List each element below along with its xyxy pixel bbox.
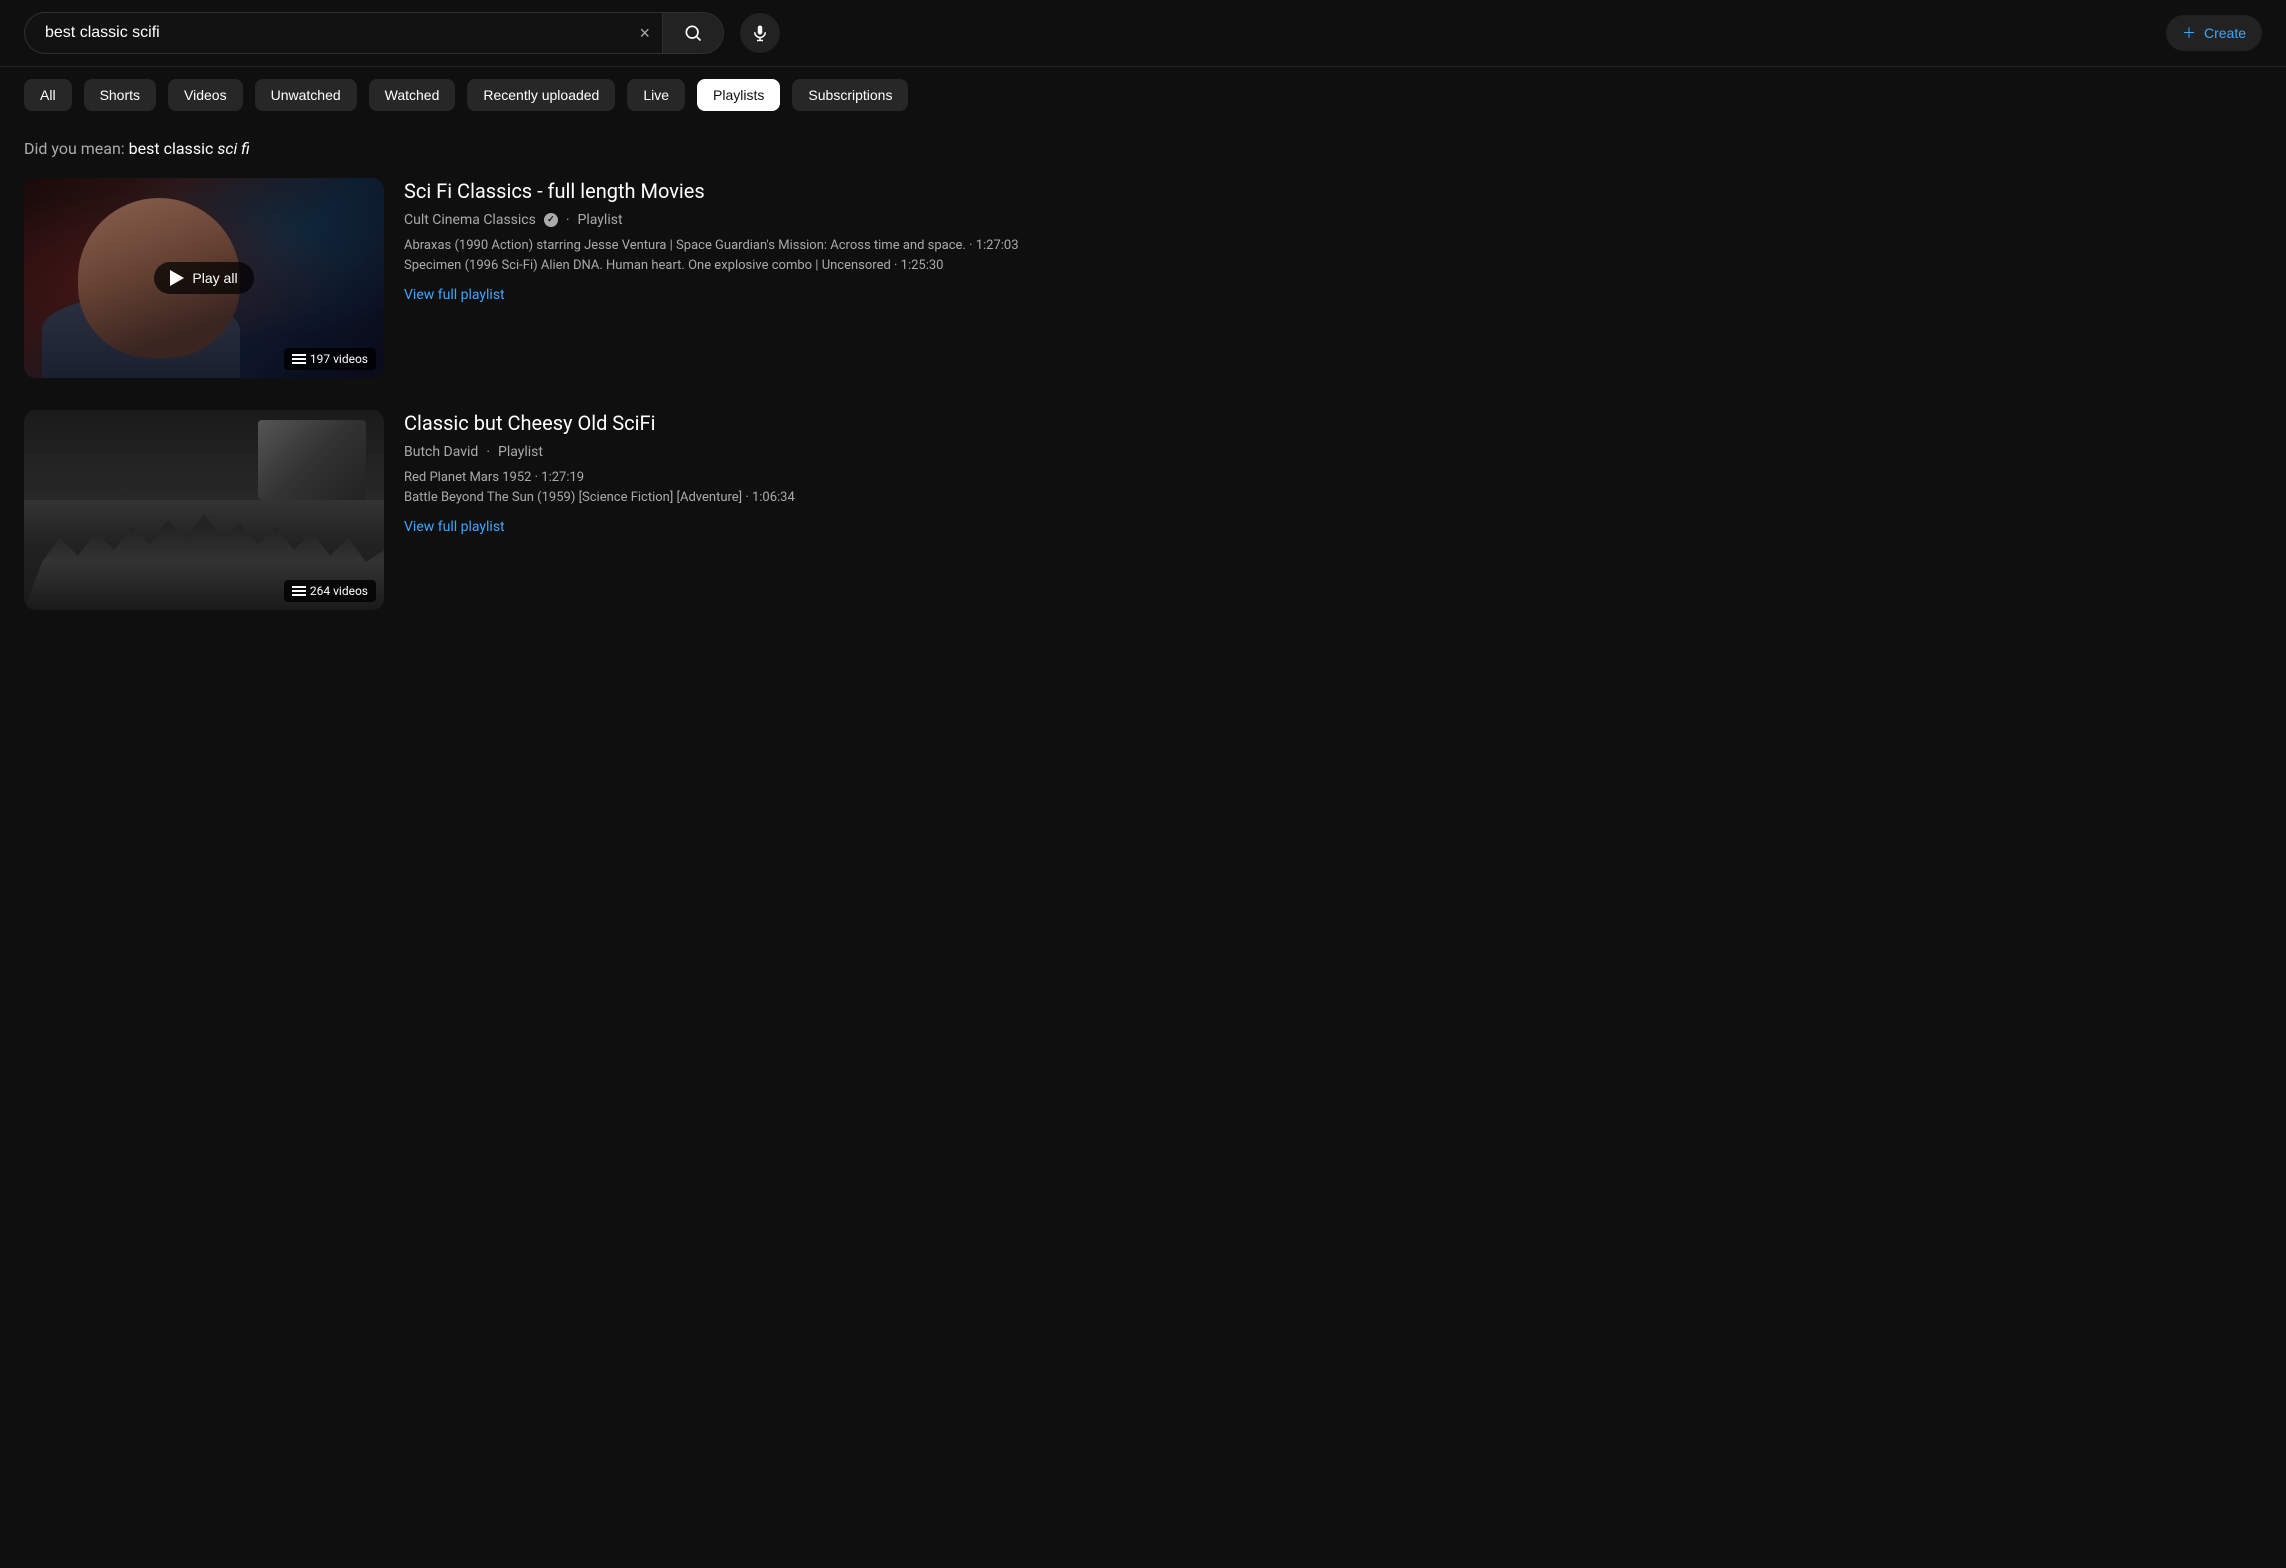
filter-bar: All Shorts Videos Unwatched Watched Rece…	[0, 67, 2286, 123]
did-you-mean-prefix: Did you mean:	[24, 139, 129, 158]
play-all-label-1: Play all	[192, 270, 237, 286]
main-content: Did you mean: best classic sci fi Play a…	[0, 123, 1300, 658]
clear-icon: ×	[639, 23, 650, 44]
desc-line2-1: Specimen (1996 Sci-Fi) Alien DNA. Human …	[404, 256, 1276, 276]
result-title-2[interactable]: Classic but Cheesy Old SciFi	[404, 410, 1276, 436]
desc-line1-2: Red Planet Mars 1952 · 1:27:19	[404, 468, 1276, 488]
verified-icon-1: ✓	[544, 213, 558, 227]
filter-chip-playlists[interactable]: Playlists	[697, 79, 780, 111]
filter-chip-videos[interactable]: Videos	[168, 79, 243, 111]
play-icon	[170, 270, 184, 286]
search-icon	[683, 23, 703, 43]
result-info-2: Classic but Cheesy Old SciFi Butch David…	[404, 410, 1276, 610]
channel-name-2[interactable]: Butch David	[404, 444, 478, 460]
playlist-icon-1	[292, 354, 306, 364]
filter-chip-watched[interactable]: Watched	[369, 79, 456, 111]
search-clear-button[interactable]: ×	[627, 15, 662, 52]
did-you-mean-italic: sci fi	[217, 139, 249, 158]
dot-separator-2: ·	[486, 444, 490, 460]
filter-chip-subscriptions[interactable]: Subscriptions	[792, 79, 908, 111]
did-you-mean: Did you mean: best classic sci fi	[24, 139, 1276, 158]
thumbnail-2[interactable]: 264 videos	[24, 410, 384, 610]
search-submit-button[interactable]	[662, 13, 723, 53]
view-playlist-link-1[interactable]: View full playlist	[404, 287, 1276, 303]
did-you-mean-bold: best classic sci fi	[129, 139, 250, 158]
video-count-badge-1: 197 videos	[284, 348, 376, 370]
filter-chip-all[interactable]: All	[24, 79, 72, 111]
mic-icon	[751, 24, 769, 42]
result-card-2: 264 videos Classic but Cheesy Old SciFi …	[24, 410, 1276, 610]
video-count-badge-2: 264 videos	[284, 580, 376, 602]
filter-chip-shorts[interactable]: Shorts	[84, 79, 156, 111]
thumbnail-2-sign	[258, 420, 366, 500]
result-title-1[interactable]: Sci Fi Classics - full length Movies	[404, 178, 1276, 204]
thumbnail-1[interactable]: Play all 197 videos	[24, 178, 384, 378]
desc-line2-2: Battle Beyond The Sun (1959) [Science Fi…	[404, 488, 1276, 508]
result-meta-2: Butch David · Playlist	[404, 444, 1276, 460]
result-description-1: Abraxas (1990 Action) starring Jesse Ven…	[404, 236, 1276, 275]
header: × ＋ Create	[0, 0, 2286, 67]
type-label-2: Playlist	[498, 444, 543, 460]
type-label-1: Playlist	[578, 212, 623, 228]
channel-name-1[interactable]: Cult Cinema Classics	[404, 212, 536, 228]
view-playlist-link-2[interactable]: View full playlist	[404, 519, 1276, 535]
filter-chip-unwatched[interactable]: Unwatched	[255, 79, 357, 111]
result-card-1: Play all 197 videos Sci Fi Classics - fu…	[24, 178, 1276, 378]
result-meta-1: Cult Cinema Classics ✓ · Playlist	[404, 212, 1276, 228]
filter-chip-live[interactable]: Live	[627, 79, 685, 111]
search-container: ×	[24, 12, 724, 54]
search-input[interactable]	[25, 14, 627, 52]
create-plus-icon: ＋	[2182, 23, 2196, 43]
play-all-button-1[interactable]: Play all	[154, 262, 253, 294]
result-info-1: Sci Fi Classics - full length Movies Cul…	[404, 178, 1276, 378]
desc-line1-1: Abraxas (1990 Action) starring Jesse Ven…	[404, 236, 1276, 256]
dot-separator-1: ·	[566, 212, 570, 228]
create-button[interactable]: ＋ Create	[2166, 15, 2262, 51]
create-label: Create	[2204, 25, 2246, 41]
video-count-text-1: 197 videos	[310, 352, 368, 366]
filter-chip-recently-uploaded[interactable]: Recently uploaded	[467, 79, 615, 111]
playlist-icon-2	[292, 586, 306, 596]
mic-button[interactable]	[740, 13, 780, 53]
result-description-2: Red Planet Mars 1952 · 1:27:19 Battle Be…	[404, 468, 1276, 507]
video-count-text-2: 264 videos	[310, 584, 368, 598]
